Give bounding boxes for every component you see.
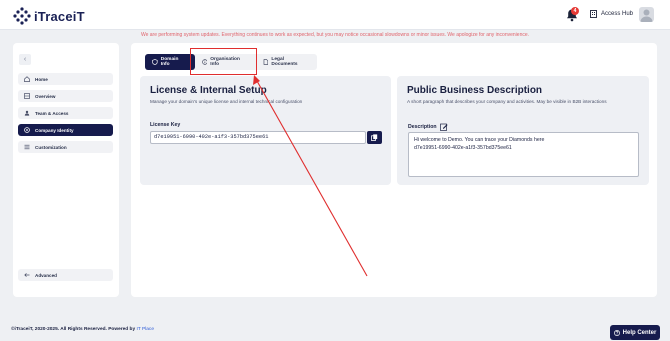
building-icon <box>590 10 597 18</box>
sidebar-item-company-identity[interactable]: Company Identity <box>18 124 113 136</box>
user-icon <box>640 9 653 22</box>
sidebar-item-label: Company Identity <box>35 127 74 133</box>
sidebar-item-team-access[interactable]: Team & Access <box>18 107 113 119</box>
tab-label: Legal Documents <box>271 57 298 67</box>
help-center-button[interactable]: Help Center <box>610 325 660 340</box>
license-card: License & Internal Setup Manage your dom… <box>140 76 391 185</box>
copyright-text: ©iTraceiT, 2020-2025. All Rights Reserve… <box>11 327 136 332</box>
description-textarea[interactable]: Hi welcome to Demo. You can trace your D… <box>408 132 639 177</box>
description-card-subtitle: A short paragraph that describes your co… <box>407 99 607 104</box>
license-key-label: License Key <box>150 122 181 128</box>
license-card-subtitle: Manage your domain's unique license and … <box>150 99 303 104</box>
help-icon <box>613 329 620 336</box>
avatar[interactable] <box>639 7 654 22</box>
description-card: Public Business Description A short para… <box>397 76 649 185</box>
sidebar-item-label: Team & Access <box>35 110 69 116</box>
grid-icon <box>24 93 30 99</box>
identity-icon <box>24 127 30 133</box>
sidebar-item-label: Home <box>35 76 48 82</box>
description-line: d7e19951-6990-402e-a1f3-357bd375ee61 <box>414 145 512 151</box>
top-bar: iTraceiT 4 Access Hub <box>0 0 670 30</box>
logo[interactable]: iTraceiT <box>13 7 85 25</box>
sidebar-item-home[interactable]: Home <box>18 73 113 85</box>
copy-license-button[interactable] <box>367 131 382 144</box>
notification-badge: 4 <box>571 7 579 15</box>
tab-legal-documents[interactable]: Legal Documents <box>256 54 317 70</box>
access-hub-label: Access Hub <box>601 11 634 17</box>
annotation-highlight-box <box>190 48 257 75</box>
tab-label: Domain Info <box>160 57 179 67</box>
chevron-left-icon: ‹ <box>23 56 27 63</box>
help-center-label: Help Center <box>622 329 657 336</box>
users-icon <box>24 110 30 116</box>
arrow-left-icon <box>24 273 30 277</box>
sidebar: ‹ Home Overview Team & Access Company Id… <box>13 43 119 297</box>
description-label: Description <box>408 124 437 130</box>
sidebar-item-overview[interactable]: Overview <box>18 90 113 102</box>
tab-domain-info[interactable]: Domain Info <box>145 54 195 70</box>
powered-by-link[interactable]: IT Place <box>136 327 154 332</box>
license-card-title: License & Internal Setup <box>150 85 267 96</box>
list-icon <box>24 144 30 150</box>
brand-name: iTraceiT <box>34 8 85 24</box>
sidebar-item-advanced[interactable]: Advanced <box>18 269 113 281</box>
copy-icon <box>371 134 378 141</box>
access-hub-button[interactable]: Access Hub <box>590 10 633 18</box>
system-notice: We are performing system updates. Everyt… <box>140 32 530 38</box>
collapse-sidebar-button[interactable]: ‹ <box>19 54 31 65</box>
footer: ©iTraceiT, 2020-2025. All Rights Reserve… <box>11 327 154 332</box>
license-key-field[interactable]: d7e19951-6990-402e-a1f3-357bd375ee61 <box>150 131 366 144</box>
sidebar-item-label: Advanced <box>35 272 57 278</box>
sidebar-item-label: Overview <box>35 93 56 99</box>
sidebar-item-label: Customization <box>35 144 67 150</box>
shield-icon <box>152 59 158 65</box>
home-icon <box>24 76 30 82</box>
document-icon <box>263 59 268 65</box>
logo-icon <box>13 7 31 25</box>
sidebar-item-customization[interactable]: Customization <box>18 141 113 153</box>
description-line: Hi welcome to Demo. You can trace your D… <box>414 137 545 143</box>
edit-icon[interactable] <box>439 123 448 131</box>
description-card-title: Public Business Description <box>407 85 543 96</box>
description-label-row: Description <box>408 123 448 131</box>
